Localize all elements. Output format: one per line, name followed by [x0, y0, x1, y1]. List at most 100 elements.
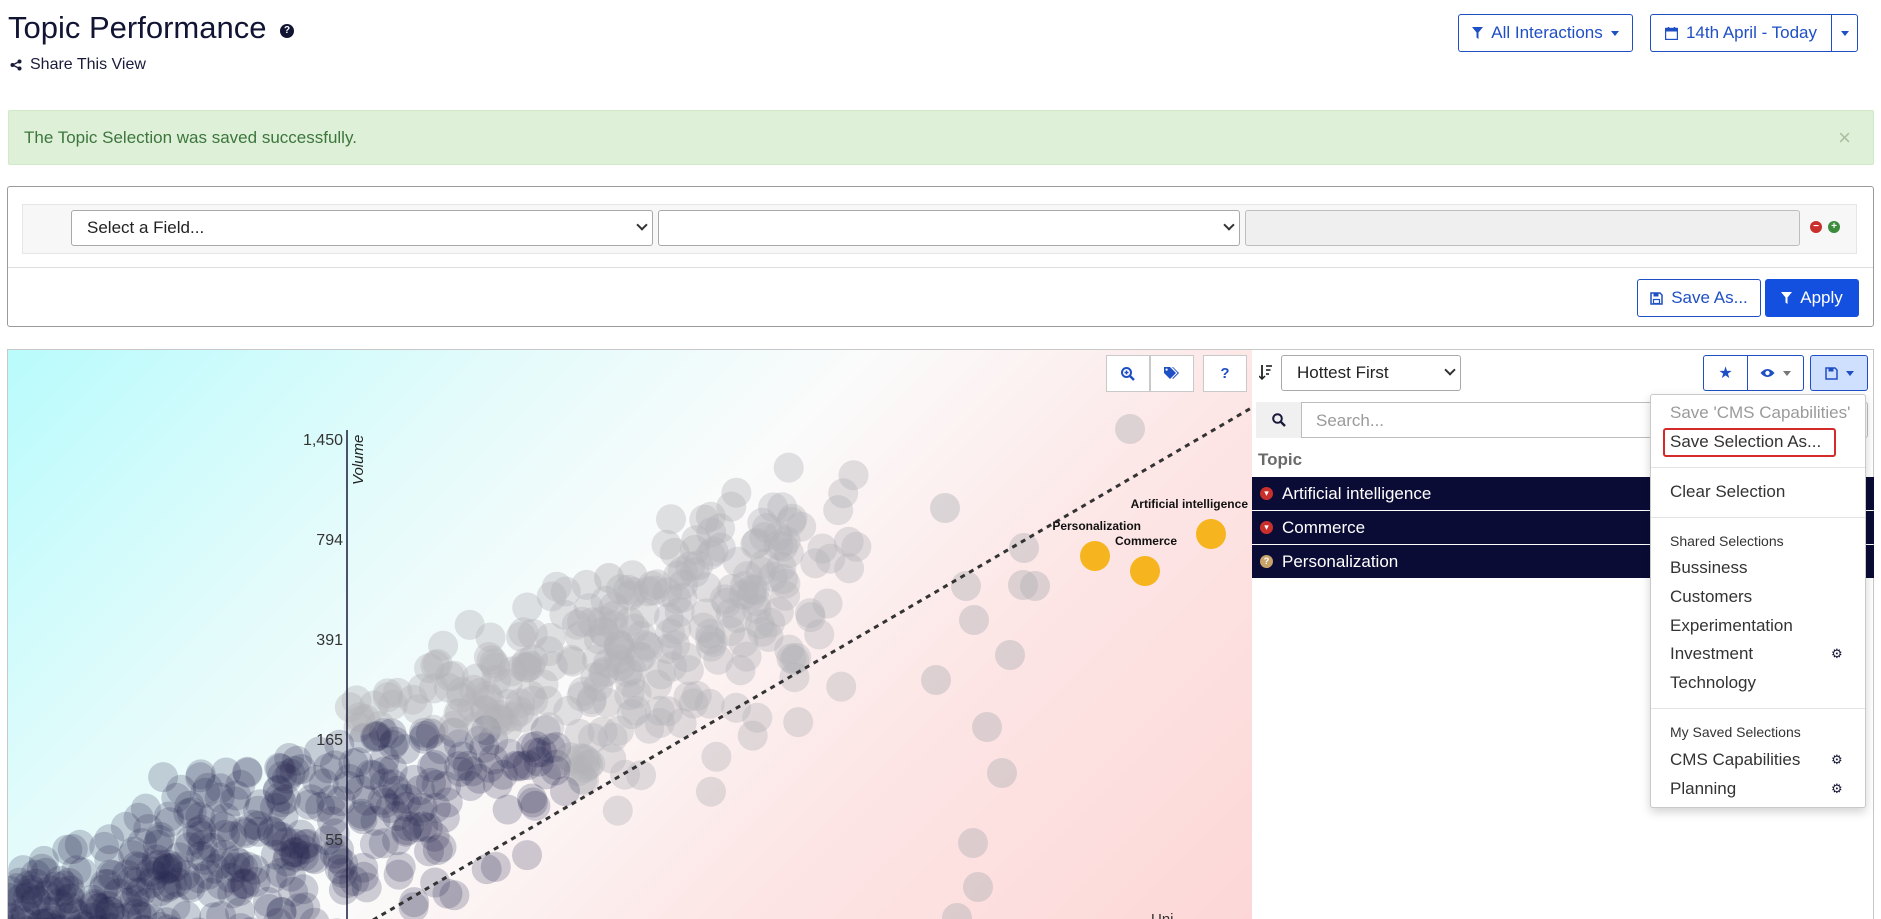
highlighted-point[interactable]	[1130, 556, 1160, 586]
data-point	[512, 840, 542, 871]
menu-divider	[1651, 708, 1865, 709]
data-point	[747, 507, 778, 538]
data-point	[696, 776, 726, 807]
sort-select[interactable]: Hottest First	[1281, 355, 1461, 391]
data-point	[656, 504, 686, 535]
operator-select[interactable]	[658, 210, 1240, 246]
save-as-button[interactable]: Save As...	[1637, 279, 1761, 317]
add-filter-icon[interactable]: +	[1828, 221, 1840, 233]
labels-button[interactable]	[1150, 355, 1194, 392]
data-point	[570, 752, 600, 783]
data-point	[232, 756, 263, 787]
x-axis-label: Uni	[1151, 911, 1174, 919]
view-options-button[interactable]	[1747, 355, 1804, 391]
data-point	[701, 741, 732, 772]
data-point	[266, 787, 297, 818]
chevron-down-icon	[636, 219, 648, 231]
save-selection-as-item[interactable]: Save Selection As...	[1670, 432, 1821, 452]
save-icon	[1650, 291, 1663, 305]
data-point	[564, 718, 595, 749]
y-tick-label: 391	[316, 632, 343, 649]
data-point	[951, 571, 981, 601]
remove-filter-icon[interactable]: −	[1810, 221, 1822, 233]
date-range-toggle[interactable]	[1831, 14, 1858, 52]
y-tick-label: 55	[325, 832, 343, 849]
gear-icon[interactable]: ⚙	[1831, 782, 1843, 795]
clear-selection-item[interactable]: Clear Selection	[1670, 482, 1785, 502]
data-point	[517, 787, 548, 818]
data-point	[324, 854, 355, 885]
data-point	[737, 574, 768, 605]
topic-label: Personalization	[1282, 551, 1399, 571]
highlighted-point[interactable]	[1196, 519, 1226, 549]
eye-icon	[1760, 369, 1775, 377]
data-point	[492, 794, 523, 825]
menu-divider	[1651, 517, 1865, 518]
data-point	[454, 609, 485, 640]
favorite-button[interactable]: ★	[1703, 355, 1748, 391]
topic-label: Commerce	[1282, 517, 1366, 537]
data-point	[721, 477, 752, 508]
save-selection-menu-button[interactable]	[1810, 355, 1868, 391]
y-tick-label: 165	[316, 732, 343, 749]
data-point	[773, 452, 804, 483]
data-point	[566, 681, 597, 712]
shared-selection-item[interactable]: Investment	[1670, 644, 1753, 664]
data-point	[963, 872, 993, 902]
scatter-chart[interactable]: 1,450 794 391 165 55 Volume Uni Artificial i…	[7, 349, 1252, 919]
topic-column-header: Topic	[1258, 450, 1303, 469]
shared-selection-item[interactable]: Experimentation	[1670, 616, 1793, 636]
data-point	[492, 669, 523, 699]
data-point	[210, 802, 241, 833]
zoom-button[interactable]	[1106, 355, 1150, 392]
shared-selection-item[interactable]: Bussiness	[1670, 558, 1747, 578]
chart-svg[interactable]: 1,450 794 391 165 55 Volume Uni Artificial i…	[8, 350, 1252, 919]
interactions-filter-button[interactable]: All Interactions	[1458, 14, 1633, 52]
data-point	[783, 707, 814, 738]
search-button[interactable]	[1256, 402, 1302, 438]
share-view-link[interactable]: Share This View	[10, 56, 146, 74]
data-point	[175, 825, 206, 856]
data-point	[594, 563, 624, 593]
data-point	[779, 645, 810, 675]
point-label: Commerce	[1115, 534, 1177, 548]
data-point	[536, 581, 567, 612]
interactions-filter-label: All Interactions	[1491, 23, 1603, 42]
filter-icon	[1781, 292, 1793, 304]
data-point	[683, 550, 714, 581]
my-selection-item[interactable]: Planning	[1670, 779, 1736, 799]
shared-selection-item[interactable]: Technology	[1670, 673, 1756, 693]
close-icon[interactable]: ×	[1838, 125, 1851, 151]
data-point	[602, 795, 633, 826]
data-point	[1020, 571, 1050, 601]
date-range-button[interactable]: 14th April - Today	[1650, 14, 1832, 52]
field-select[interactable]: Select a Field...	[71, 210, 653, 246]
search-placeholder: Search...	[1316, 411, 1385, 430]
data-point	[942, 903, 972, 919]
data-point	[651, 529, 682, 560]
save-as-label: Save As...	[1671, 288, 1748, 307]
sort-select-value: Hottest First	[1297, 363, 1389, 382]
y-tick-label: 1,450	[303, 432, 343, 449]
data-point	[671, 642, 702, 673]
highlighted-point[interactable]	[1080, 541, 1110, 571]
data-point	[432, 787, 463, 818]
data-point	[644, 708, 675, 738]
apply-button[interactable]: Apply	[1765, 279, 1859, 317]
gear-icon[interactable]: ⚙	[1831, 647, 1843, 660]
data-point	[972, 712, 1002, 742]
my-selection-item[interactable]: CMS Capabilities	[1670, 750, 1800, 770]
shared-selection-item[interactable]: Customers	[1670, 587, 1752, 607]
chevron-down-icon	[1845, 370, 1854, 376]
gear-icon[interactable]: ⚙	[1831, 753, 1843, 766]
data-point	[826, 671, 857, 702]
help-icon[interactable]: ?	[280, 24, 294, 38]
bubble-cloud	[8, 414, 1145, 919]
alert-message: The Topic Selection was saved successful…	[24, 128, 357, 147]
data-point	[341, 685, 372, 716]
data-point	[592, 687, 623, 718]
filter-icon	[1472, 27, 1484, 39]
data-point	[812, 588, 843, 619]
chart-help-button[interactable]: ?	[1203, 355, 1247, 392]
data-point	[766, 552, 797, 582]
